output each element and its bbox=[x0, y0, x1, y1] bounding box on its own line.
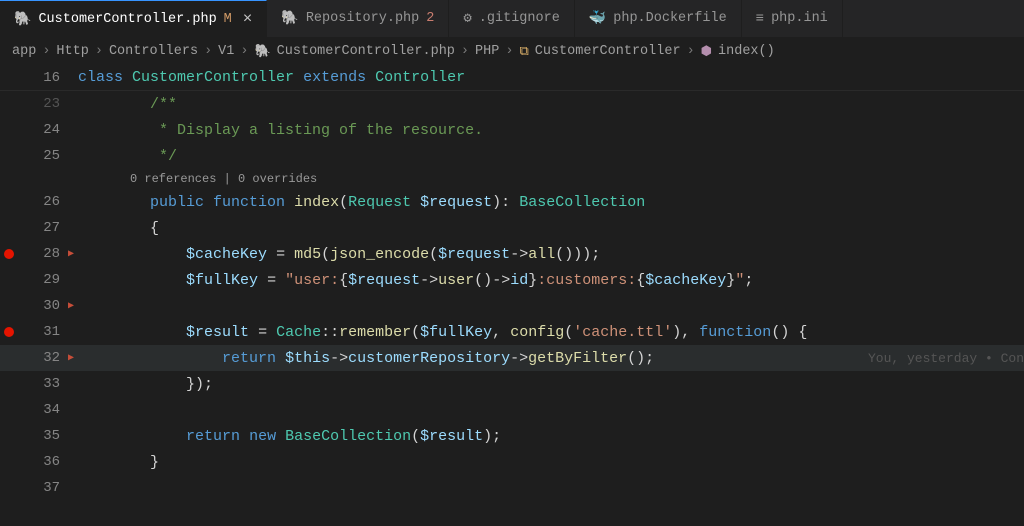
code-line[interactable]: 37 bbox=[0, 475, 1024, 501]
class-icon: ⧉ bbox=[519, 44, 528, 59]
bc-class[interactable]: CustomerController bbox=[535, 44, 681, 59]
code-content[interactable]: { bbox=[78, 220, 1024, 237]
tab-bar: 🐘 CustomerController.php M × 🐘 Repository.php… bbox=[0, 0, 1024, 38]
tab-label: CustomerController.php bbox=[38, 12, 216, 27]
gear-icon: ⚙ bbox=[463, 10, 471, 27]
fold-marker-icon[interactable]: ▶ bbox=[68, 248, 74, 260]
line-number[interactable]: 30▶ bbox=[0, 298, 78, 314]
tab-label: Repository.php bbox=[306, 11, 419, 26]
line-number[interactable]: 26 bbox=[0, 194, 78, 210]
bc-lang[interactable]: PHP bbox=[475, 44, 499, 59]
whale-icon: 🐳 bbox=[589, 10, 606, 27]
bc-app[interactable]: app bbox=[12, 44, 36, 59]
line-number[interactable]: 37 bbox=[0, 480, 78, 496]
code-line[interactable]: 25 */ bbox=[0, 143, 1024, 169]
tab-badge: 2 bbox=[426, 11, 434, 26]
code-line[interactable]: 26 public function index(Request $reques… bbox=[0, 189, 1024, 215]
code-content[interactable]: /** bbox=[78, 96, 1024, 113]
breadcrumb[interactable]: app› Http› Controllers› V1› 🐘 CustomerCo… bbox=[0, 38, 1024, 65]
tab-label: php.Dockerfile bbox=[613, 11, 726, 26]
bc-method[interactable]: index() bbox=[718, 44, 775, 59]
code-content[interactable]: $result = Cache::remember($fullKey, conf… bbox=[78, 324, 1024, 341]
line-number[interactable]: 33 bbox=[0, 376, 78, 392]
tab-label: php.ini bbox=[771, 11, 828, 26]
code-line[interactable]: 23 /** bbox=[0, 91, 1024, 117]
elephant-icon: 🐘 bbox=[281, 10, 298, 27]
elephant-icon: 🐘 bbox=[14, 11, 31, 28]
tab-php-ini[interactable]: ≡ php.ini bbox=[742, 0, 843, 37]
line-number[interactable]: 23 bbox=[0, 96, 78, 112]
tab-label: .gitignore bbox=[479, 11, 560, 26]
line-number[interactable]: 36 bbox=[0, 454, 78, 470]
elephant-icon: 🐘 bbox=[254, 44, 270, 59]
line-number: 16 bbox=[0, 70, 78, 86]
code-line[interactable]: 32▶ return $this->customerRepository->ge… bbox=[0, 345, 1024, 371]
line-number[interactable]: 25 bbox=[0, 148, 78, 164]
bc-controllers[interactable]: Controllers bbox=[109, 44, 198, 59]
code-content[interactable]: return new BaseCollection($result); bbox=[78, 428, 1024, 445]
code-content[interactable]: * Display a listing of the resource. bbox=[78, 122, 1024, 139]
code-content[interactable]: */ bbox=[78, 148, 1024, 165]
code-line[interactable]: 29 $fullKey = "user:{$request->user()->i… bbox=[0, 267, 1024, 293]
line-number[interactable]: 32▶ bbox=[0, 350, 78, 366]
code-line[interactable]: 28▶ $cacheKey = md5(json_encode($request… bbox=[0, 241, 1024, 267]
tab--gitignore[interactable]: ⚙ .gitignore bbox=[449, 0, 574, 37]
bc-http[interactable]: Http bbox=[56, 44, 88, 59]
code-content: class CustomerController extends Control… bbox=[78, 69, 1024, 86]
code-line[interactable]: 36 } bbox=[0, 449, 1024, 475]
tab-customercontroller-php[interactable]: 🐘 CustomerController.php M × bbox=[0, 0, 267, 37]
code-line[interactable]: 30▶ bbox=[0, 293, 1024, 319]
bc-file[interactable]: CustomerController.php bbox=[277, 44, 455, 59]
tab-php-dockerfile[interactable]: 🐳 php.Dockerfile bbox=[575, 0, 742, 37]
code-line[interactable]: 33 }); bbox=[0, 371, 1024, 397]
ini-icon: ≡ bbox=[756, 11, 764, 27]
close-icon[interactable]: × bbox=[243, 10, 253, 28]
codelens[interactable]: 0 references | 0 overrides bbox=[0, 169, 1024, 189]
code-line[interactable]: 35 return new BaseCollection($result); bbox=[0, 423, 1024, 449]
method-icon: ⬢ bbox=[701, 44, 712, 59]
sticky-scroll-line[interactable]: 16 class CustomerController extends Cont… bbox=[0, 65, 1024, 91]
code-line[interactable]: 34 bbox=[0, 397, 1024, 423]
bc-v1[interactable]: V1 bbox=[218, 44, 234, 59]
line-number[interactable]: 31 bbox=[0, 324, 78, 340]
fold-marker-icon[interactable]: ▶ bbox=[68, 300, 74, 312]
code-line[interactable]: 24 * Display a listing of the resource. bbox=[0, 117, 1024, 143]
breakpoint-icon[interactable] bbox=[4, 327, 14, 337]
line-number[interactable]: 29 bbox=[0, 272, 78, 288]
line-number[interactable]: 27 bbox=[0, 220, 78, 236]
line-number[interactable]: 35 bbox=[0, 428, 78, 444]
code-line[interactable]: 31 $result = Cache::remember($fullKey, c… bbox=[0, 319, 1024, 345]
tab-repository-php[interactable]: 🐘 Repository.php 2 bbox=[267, 0, 449, 37]
code-line[interactable]: 27 { bbox=[0, 215, 1024, 241]
git-blame-annotation: You, yesterday • Con bbox=[828, 351, 1024, 366]
editor-area[interactable]: 23 /**24 * Display a listing of the reso… bbox=[0, 91, 1024, 501]
code-content[interactable]: return $this->customerRepository->getByF… bbox=[78, 350, 828, 367]
fold-marker-icon[interactable]: ▶ bbox=[68, 352, 74, 364]
code-content[interactable]: }); bbox=[78, 376, 1024, 393]
breakpoint-icon[interactable] bbox=[4, 249, 14, 259]
code-content[interactable]: } bbox=[78, 454, 1024, 471]
tab-badge: M bbox=[224, 12, 232, 27]
line-number[interactable]: 34 bbox=[0, 402, 78, 418]
code-content[interactable]: $cacheKey = md5(json_encode($request->al… bbox=[78, 246, 1024, 263]
code-content[interactable]: $fullKey = "user:{$request->user()->id}:… bbox=[78, 272, 1024, 289]
line-number[interactable]: 24 bbox=[0, 122, 78, 138]
line-number[interactable]: 28▶ bbox=[0, 246, 78, 262]
code-content[interactable]: public function index(Request $request):… bbox=[78, 194, 1024, 211]
